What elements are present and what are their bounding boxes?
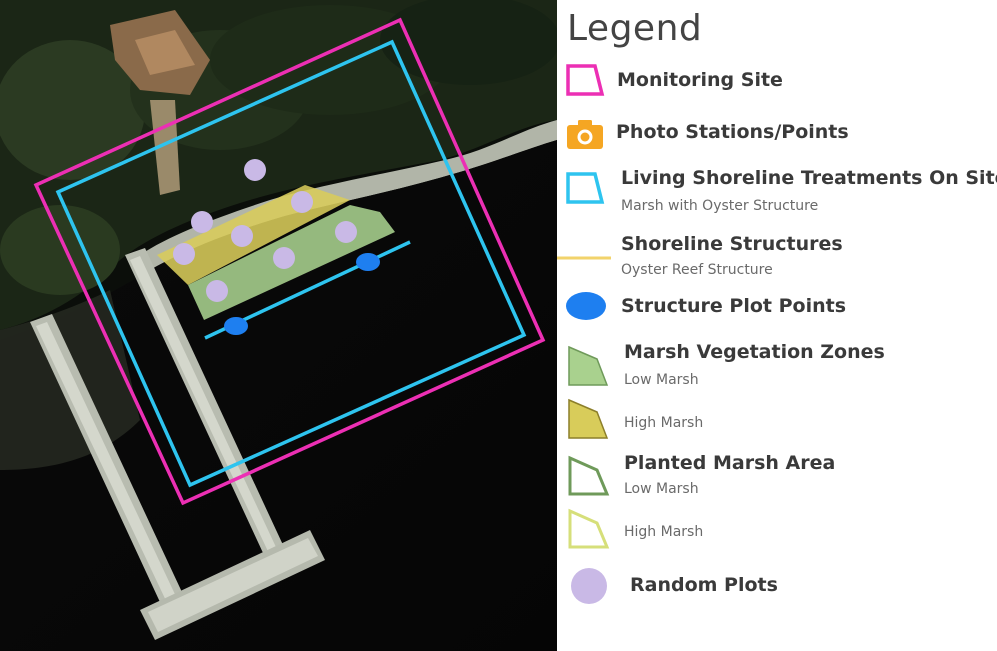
legend-label-monitoring-site: Monitoring Site (617, 69, 783, 91)
legend-panel: Legend Monitoring Site Photo Stations/Po… (557, 0, 997, 651)
random-plot-point (291, 191, 313, 213)
high-marsh-polygon-icon (568, 398, 609, 439)
structure-plot-point (224, 317, 248, 335)
random-plot-point (206, 280, 228, 302)
random-plot-point (273, 247, 295, 269)
legend-label-random-plots: Random Plots (630, 574, 778, 596)
legend-sublabel-planted-high-marsh: High Marsh (624, 524, 704, 540)
legend-label-marsh-vegetation-zones: Marsh Vegetation Zones (624, 341, 885, 363)
random-plot-point (335, 221, 357, 243)
random-plots-circle-icon (571, 568, 607, 604)
legend-sublabel-low-marsh: Low Marsh (624, 372, 699, 388)
living-shoreline-polygon-icon (566, 172, 605, 204)
monitoring-site-polygon-icon (566, 64, 605, 96)
shoreline-line-icon (557, 256, 611, 260)
camera-icon (567, 120, 603, 149)
legend-label-planted-marsh-area: Planted Marsh Area (624, 452, 836, 474)
legend-sublabel-planted-low-marsh: Low Marsh (624, 481, 699, 497)
random-plot-point (244, 159, 266, 181)
random-plot-point (173, 243, 195, 265)
random-plot-point (191, 211, 213, 233)
legend-title: Legend (567, 8, 703, 49)
aerial-map (0, 0, 557, 651)
low-marsh-polygon-icon (568, 345, 609, 386)
structure-plot-point (356, 253, 380, 271)
planted-low-marsh-polygon-icon (568, 455, 610, 496)
tree-cluster (0, 205, 120, 295)
legend-sublabel-shoreline-structures: Oyster Reef Structure (621, 262, 773, 278)
legend-label-photo-stations: Photo Stations/Points (616, 121, 849, 143)
legend-sublabel-high-marsh: High Marsh (624, 415, 704, 431)
random-plot-point (231, 225, 253, 247)
legend-label-shoreline-structures: Shoreline Structures (621, 233, 843, 255)
legend-sublabel-living-shoreline: Marsh with Oyster Structure (621, 198, 819, 214)
structure-plot-ellipse-icon (566, 292, 606, 320)
planted-high-marsh-polygon-icon (568, 508, 610, 549)
legend-label-living-shoreline: Living Shoreline Treatments On Site (621, 167, 997, 189)
legend-label-structure-plot-points: Structure Plot Points (621, 295, 847, 317)
